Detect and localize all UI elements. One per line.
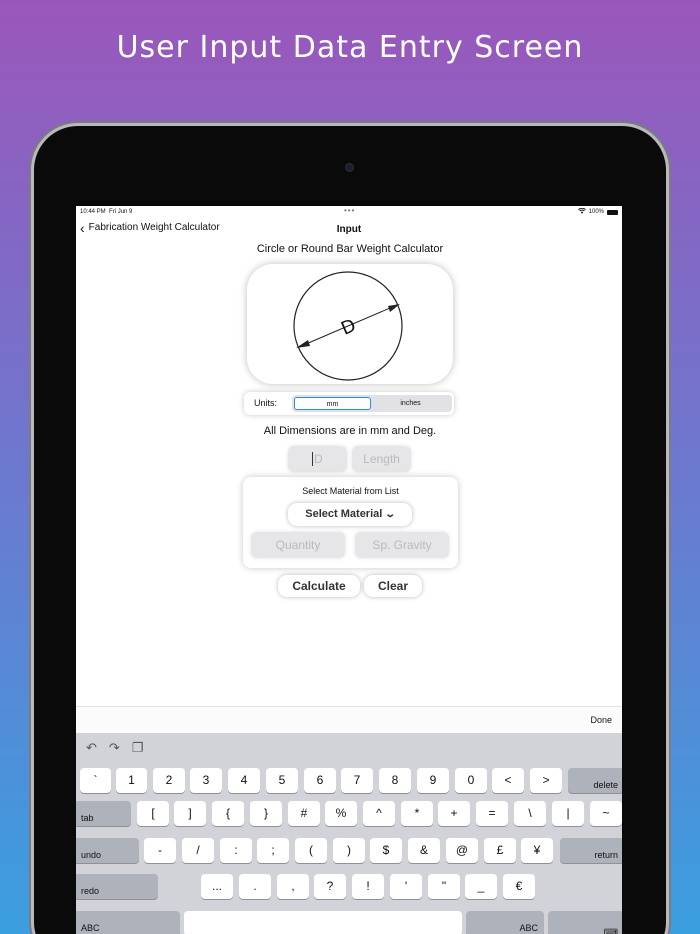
key[interactable]: < [492,768,524,793]
key[interactable]: 1 [116,768,147,793]
key[interactable]: $ [370,838,402,863]
key[interactable]: ¥ [521,838,553,863]
diameter-input[interactable]: D [288,446,347,472]
calculate-button[interactable]: Calculate [278,575,360,597]
dimensions-note: All Dimensions are in mm and Deg. [263,425,437,437]
material-title: Select Material from List [302,486,399,496]
status-time-date: 10:44 PM Fri Jun 9 [80,209,133,215]
select-material-label: Select Material [305,508,383,520]
key[interactable]: > [530,768,562,793]
key[interactable]: \ [514,801,546,826]
units-segmented-control: mm inches [292,395,452,412]
chevron-down-icon: ⌄ [384,509,397,520]
material-card: Select Material from List Select Materia… [243,477,458,568]
key[interactable]: 7 [341,768,373,793]
units-card: Units: mm inches [244,392,454,415]
unit-option-mm[interactable]: mm [294,397,371,410]
keyboard-accessory-bar: Done [76,706,622,733]
undo-icon[interactable]: ↶ [86,740,97,756]
key[interactable]: % [325,801,357,826]
key[interactable]: ? [314,874,346,899]
key[interactable]: 3 [190,768,222,793]
key[interactable]: ` [80,768,111,793]
key[interactable]: ] [174,801,206,826]
key[interactable]: _ [465,874,497,899]
keyboard-dismiss-icon: ⌨ [603,928,618,934]
key[interactable]: 9 [417,768,449,793]
key[interactable]: ... [201,874,233,899]
space-key[interactable] [184,911,462,934]
multitasking-dots-icon[interactable]: ••• [344,206,355,215]
front-camera [345,163,354,172]
battery-percent: 100% [588,209,604,215]
key[interactable]: | [552,801,584,826]
abc-key-right[interactable]: ABC [466,911,544,934]
battery-icon [607,209,618,215]
key[interactable]: 6 [304,768,336,793]
on-screen-keyboard: ↶ ↷ ❐ ` 1 2 3 4 5 6 7 8 9 0 < > delete t… [76,733,622,934]
diameter-label: D [338,315,359,340]
key[interactable]: ^ [363,801,395,826]
app-screen: 10:44 PM Fri Jun 9 100% ••• ‹ Fabricatio… [76,206,622,934]
key[interactable]: ; [257,838,289,863]
unit-option-inches[interactable]: inches [372,397,449,410]
status-right: 100% [577,207,618,216]
quantity-input[interactable]: Quantity [251,532,345,558]
wifi-icon [577,207,586,216]
key[interactable]: [ [137,801,169,826]
key[interactable]: & [408,838,440,863]
key[interactable]: @ [446,838,478,863]
key[interactable]: ~ [590,801,622,826]
delete-key[interactable]: delete [568,768,622,793]
key[interactable]: - [144,838,176,863]
length-input[interactable]: Length [352,446,411,472]
done-button[interactable]: Done [590,715,612,725]
tab-key[interactable]: tab [76,801,131,826]
key[interactable]: 2 [153,768,185,793]
key[interactable]: = [476,801,508,826]
calculator-title: Circle or Round Bar Weight Calculator [256,243,444,255]
redo-icon[interactable]: ↷ [109,740,120,756]
key[interactable]: # [288,801,320,826]
select-material-button[interactable]: Select Material ⌄ [288,503,412,526]
undo-key[interactable]: undo [76,838,139,863]
key[interactable]: / [182,838,214,863]
circle-diameter-diagram: D [293,271,403,381]
redo-key[interactable]: redo [76,874,158,899]
diameter-placeholder: D [314,452,323,466]
key[interactable]: . [239,874,271,899]
key[interactable]: , [277,874,309,899]
key[interactable]: 4 [228,768,260,793]
key[interactable]: ' [390,874,422,899]
text-caret [312,452,313,466]
clear-button[interactable]: Clear [364,575,422,597]
paste-icon[interactable]: ❐ [132,740,144,756]
key[interactable]: 8 [379,768,411,793]
key[interactable]: { [212,801,244,826]
nav-title: Input [336,224,362,235]
key[interactable]: + [438,801,470,826]
abc-key-left[interactable]: ABC [76,911,180,934]
key[interactable]: € [503,874,535,899]
circle-diagram-card: D [247,264,453,384]
navigation-bar: ‹ Fabrication Weight Calculator Input [76,220,622,238]
specific-gravity-input[interactable]: Sp. Gravity [355,532,449,558]
key[interactable]: : [220,838,252,863]
headline: User Input Data Entry Screen [116,30,584,65]
key[interactable]: ( [295,838,327,863]
key[interactable]: £ [484,838,516,863]
key[interactable]: " [428,874,460,899]
dismiss-keyboard-key[interactable]: ⌨ [548,911,622,934]
return-key[interactable]: return [560,838,622,863]
key[interactable]: 0 [455,768,487,793]
key[interactable]: 5 [266,768,298,793]
key[interactable]: ) [333,838,365,863]
key[interactable]: ! [352,874,384,899]
key[interactable]: } [250,801,282,826]
key[interactable]: * [401,801,433,826]
keyboard-toolbar: ↶ ↷ ❐ [86,740,143,756]
units-label: Units: [254,398,278,408]
